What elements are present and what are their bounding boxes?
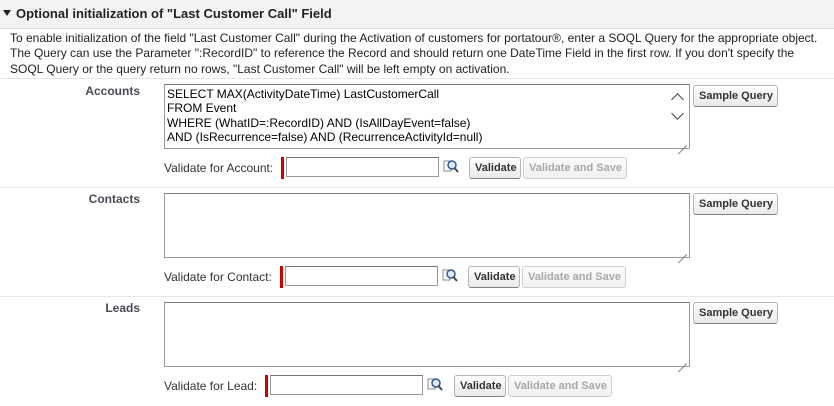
chevron-down-icon[interactable] bbox=[671, 107, 684, 120]
row-divider bbox=[0, 187, 834, 188]
accounts-query-text: SELECT MAX(ActivityDateTime) LastCustome… bbox=[167, 87, 483, 144]
required-indicator bbox=[280, 266, 283, 288]
magnifier-lookup-icon[interactable] bbox=[442, 267, 458, 283]
validate-save-contact-button[interactable]: Validate and Save bbox=[522, 266, 626, 288]
contacts-label: Contacts bbox=[88, 192, 140, 206]
accounts-query-textarea[interactable]: SELECT MAX(ActivityDateTime) LastCustome… bbox=[164, 84, 690, 149]
validate-save-lead-button[interactable]: Validate and Save bbox=[508, 375, 612, 397]
section-title: Optional initialization of "Last Custome… bbox=[16, 6, 332, 21]
section-header[interactable]: Optional initialization of "Last Custome… bbox=[0, 0, 834, 29]
validate-contact-label: Validate for Contact: bbox=[164, 270, 272, 284]
collapse-triangle-icon[interactable] bbox=[3, 10, 11, 16]
leads-sample-query-button[interactable]: Sample Query bbox=[693, 302, 778, 324]
resize-grip-icon[interactable] bbox=[678, 355, 687, 364]
description-line: SOQL Query or the query return no rows, … bbox=[10, 61, 510, 76]
resize-grip-icon[interactable] bbox=[678, 246, 687, 255]
validate-lead-button[interactable]: Validate bbox=[454, 375, 506, 397]
magnifier-lookup-icon[interactable] bbox=[427, 376, 443, 392]
leads-label: Leads bbox=[105, 301, 140, 315]
leads-query-textarea[interactable] bbox=[164, 302, 690, 367]
row-divider bbox=[0, 78, 834, 79]
row-divider bbox=[0, 296, 834, 297]
validate-lead-label: Validate for Lead: bbox=[164, 379, 258, 393]
accounts-sample-query-button[interactable]: Sample Query bbox=[693, 85, 778, 107]
validate-lead-input[interactable] bbox=[270, 375, 423, 395]
validate-account-label: Validate for Account: bbox=[164, 161, 274, 175]
resize-grip-icon[interactable] bbox=[678, 137, 687, 146]
section-description: To enable initialization of the field "L… bbox=[10, 31, 832, 77]
validate-contact-input[interactable] bbox=[285, 266, 438, 286]
validate-account-input[interactable] bbox=[286, 157, 439, 177]
required-indicator bbox=[265, 375, 268, 397]
description-line: The Query can use the Parameter ":Record… bbox=[10, 46, 795, 61]
chevron-up-icon[interactable] bbox=[671, 93, 684, 106]
required-indicator bbox=[281, 157, 284, 179]
accounts-label: Accounts bbox=[85, 84, 140, 98]
contacts-query-textarea[interactable] bbox=[164, 193, 690, 258]
validate-save-account-button[interactable]: Validate and Save bbox=[523, 157, 627, 179]
validate-account-button[interactable]: Validate bbox=[469, 157, 521, 179]
description-line: To enable initialization of the field "L… bbox=[10, 31, 818, 45]
magnifier-lookup-icon[interactable] bbox=[443, 158, 459, 174]
validate-contact-button[interactable]: Validate bbox=[468, 266, 520, 288]
contacts-sample-query-button[interactable]: Sample Query bbox=[693, 193, 778, 215]
